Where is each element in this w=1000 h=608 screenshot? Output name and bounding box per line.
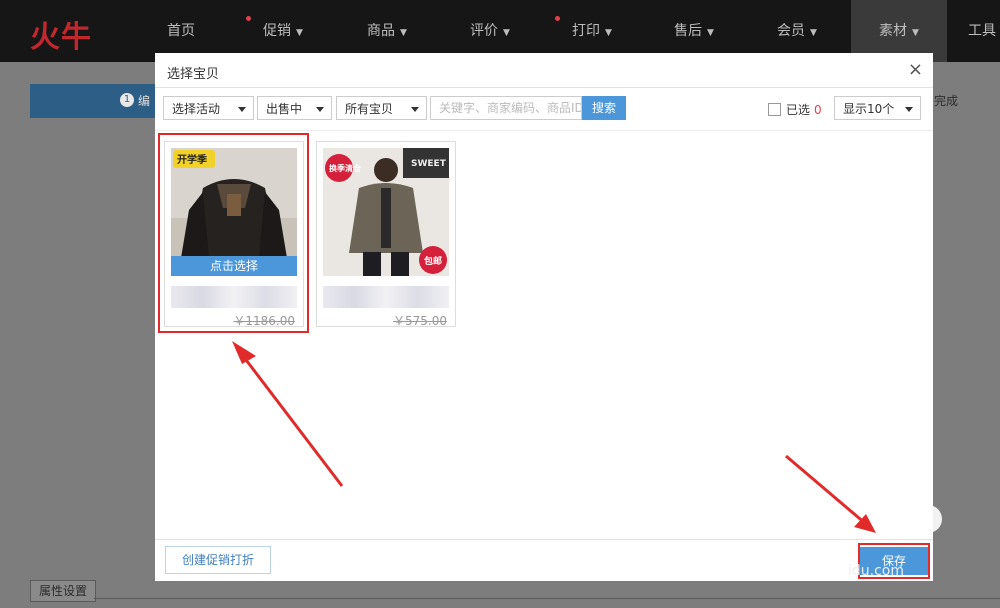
step-label: 编 <box>138 94 151 108</box>
nav-label: 评价 <box>470 23 499 39</box>
dialog-title: 选择宝贝 <box>167 67 220 82</box>
nav-label: 首页 <box>167 23 195 39</box>
activity-select[interactable]: 选择活动 <box>163 96 254 120</box>
chevron-down-icon: ▼ <box>400 28 407 38</box>
chevron-down-icon: ▼ <box>912 28 919 38</box>
product-card[interactable]: SWEET 换季清仓 包邮 ￥575.00 <box>316 141 456 328</box>
chevron-down-icon: ▼ <box>503 28 510 38</box>
chevron-down-icon: ▼ <box>296 28 303 38</box>
nav-label: 促销 <box>263 23 292 39</box>
create-promotion-button[interactable]: 创建促销打折 <box>165 546 271 574</box>
tab-attribute-settings[interactable]: 属性设置 <box>30 580 96 602</box>
filter-toolbar: 选择活动 出售中 所有宝贝 关键字、商家编码、商品ID 搜索 已选 0 显示10个 <box>155 88 933 130</box>
close-icon[interactable]: × <box>908 59 923 80</box>
caret-down-icon <box>411 107 419 112</box>
scope-select[interactable]: 所有宝贝 <box>336 96 427 120</box>
divider <box>94 598 1000 599</box>
promo-badge: 换季清仓 <box>329 163 362 173</box>
nav-label: 商品 <box>367 23 396 39</box>
caret-down-icon <box>238 107 246 112</box>
chevron-down-icon: ▼ <box>605 28 612 38</box>
status-select-value: 出售中 <box>266 102 303 116</box>
chevron-down-icon: ▼ <box>810 28 817 38</box>
product-image[interactable]: SWEET 换季清仓 包邮 <box>323 148 449 276</box>
nav-label: 素材 <box>879 23 908 39</box>
selected-count: 0 <box>814 103 822 117</box>
nav-item-tools[interactable]: 工具 <box>968 0 1000 62</box>
annotation-highlight-box <box>158 133 309 333</box>
selected-only-checkbox[interactable] <box>768 103 781 116</box>
divider <box>155 539 933 540</box>
brand-logo[interactable]: 火牛 <box>30 12 92 56</box>
free-shipping-badge: 包邮 <box>423 255 442 267</box>
scope-select-value: 所有宝贝 <box>345 102 394 116</box>
chevron-down-icon: ▼ <box>707 28 714 38</box>
step-number: 1 <box>120 93 134 107</box>
product-price: ￥575.00 <box>393 314 447 328</box>
divider <box>155 130 933 131</box>
search-input[interactable]: 关键字、商家编码、商品ID <box>430 96 582 120</box>
nav-label: 会员 <box>777 23 806 39</box>
page-size-value: 显示10个 <box>843 102 895 116</box>
caret-down-icon <box>316 107 324 112</box>
activity-select-value: 选择活动 <box>172 102 221 116</box>
watermark-text: idu.com <box>848 563 904 579</box>
status-select[interactable]: 出售中 <box>257 96 332 120</box>
product-title-blurred <box>323 286 449 308</box>
notification-dot <box>555 16 560 21</box>
search-button[interactable]: 搜索 <box>582 96 626 120</box>
caret-down-icon <box>905 107 913 112</box>
selected-count-label: 已选 0 <box>786 101 822 118</box>
banner-text: SWEET <box>411 159 447 169</box>
step-done-label: 完成 <box>934 94 959 108</box>
nav-label: 售后 <box>674 23 703 39</box>
selected-label: 已选 <box>786 103 811 117</box>
nav-label: 工具 <box>968 23 996 39</box>
page-size-select[interactable]: 显示10个 <box>834 96 921 120</box>
notification-dot <box>246 16 251 21</box>
nav-label: 打印 <box>572 23 601 39</box>
